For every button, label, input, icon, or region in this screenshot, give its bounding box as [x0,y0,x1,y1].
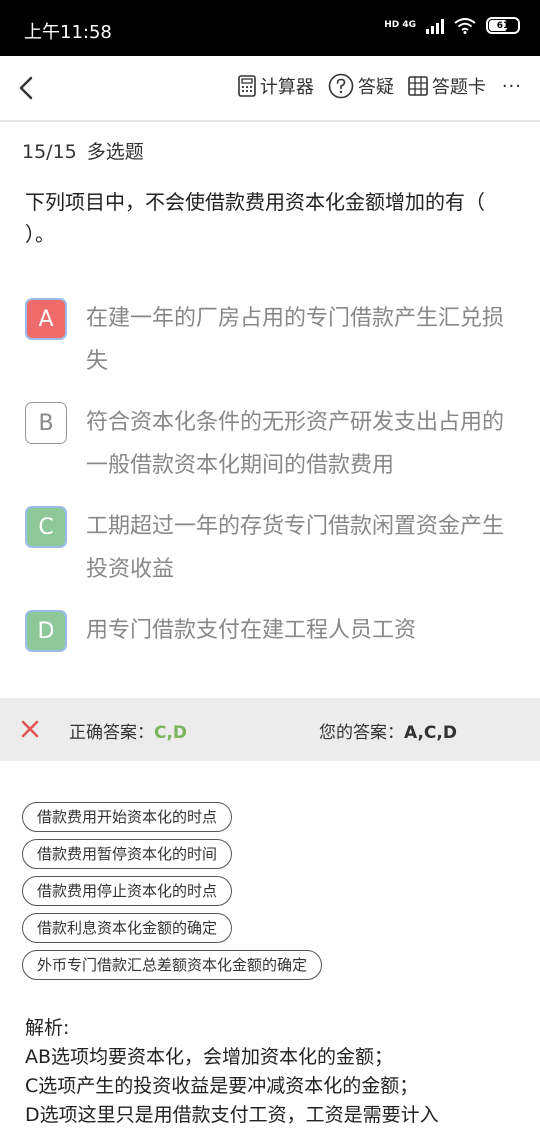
status-time: 上午11:58 [24,22,112,43]
answer-result-bar: 正确答案：C,D 您的答案：A,C,D [0,698,540,761]
analysis-section: 解析: AB选项均要资本化，会增加资本化的金额； C选项产生的投资收益是要冲减资… [25,1014,520,1130]
question-button[interactable]: 答疑 [328,73,394,99]
knowledge-tag[interactable]: 借款费用停止资本化的时点 [22,876,233,906]
knowledge-tag[interactable]: 借款费用暂停资本化的时间 [22,839,233,869]
your-answer-value: A,C,D [404,723,457,743]
question-stem: 下列项目中，不会使借款费用资本化金额增加的有（ ）。 [25,190,485,246]
question-label: 答疑 [357,77,394,98]
battery-icon: 61 [486,17,520,34]
more-button[interactable]: ··· [502,76,522,97]
option-c-letter: C [25,506,67,548]
answer-card-label: 答题卡 [431,77,486,98]
status-icons: HD 4G 61 [384,17,520,34]
grid-icon [408,76,428,96]
battery-level: 61 [496,20,510,31]
correct-answer: 正确答案：C,D [69,718,187,743]
analysis-line: AB选项均要资本化，会增加资本化的金额； [25,1046,394,1068]
option-b-text: 符合资本化条件的无形资产研发支出占用的一般借款资本化期间的借款费用 [86,410,505,478]
question-circle-icon [328,73,354,99]
answer-card-button[interactable]: 答题卡 [408,73,486,99]
option-b-letter: B [25,402,67,444]
status-bar: 上午11:58 HD 4G 61 [0,0,540,56]
your-answer-label: 您的答案： [319,723,404,743]
calculator-label: 计算器 [259,77,314,98]
correct-answer-value: C,D [154,723,188,743]
correct-answer-label: 正确答案： [69,723,154,743]
calculator-icon [238,75,256,97]
analysis-title: 解析: [25,1017,70,1039]
knowledge-tags: 借款费用开始资本化的时点 借款费用暂停资本化的时间 借款费用停止资本化的时点 借… [22,802,522,987]
question-header: 15/15 多选题 [22,137,144,164]
analysis-line: C选项产生的投资收益是要冲减资本化的金额； [25,1075,419,1097]
knowledge-tag[interactable]: 借款费用开始资本化的时点 [22,802,233,832]
calculator-button[interactable]: 计算器 [238,73,314,99]
knowledge-tag[interactable]: 外币专门借款汇总差额资本化金额的确定 [22,950,323,980]
option-d-text: 用专门借款支付在建工程人员工资 [86,618,417,643]
signal-icon [426,18,444,34]
network-type: HD 4G [384,20,416,30]
question-progress: 15/15 [22,141,77,163]
top-toolbar: 计算器 答疑 答题卡 ··· [0,56,540,122]
option-a-letter: A [25,298,67,340]
knowledge-tag[interactable]: 借款利息资本化金额的确定 [22,913,233,943]
back-icon[interactable] [14,74,42,102]
your-answer: 您的答案：A,C,D [319,718,457,743]
option-c-text: 工期超过一年的存货专门借款闲置资金产生投资收益 [86,514,505,582]
toolbar-actions: 计算器 答疑 答题卡 ··· [224,73,522,99]
option-a-text: 在建一年的厂房占用的专门借款产生汇兑损失 [86,306,505,374]
analysis-line: D选项这里只是用借款支付工资，工资是需要计入 [25,1104,439,1126]
option-d-letter: D [25,610,67,652]
wifi-icon [454,17,476,34]
wrong-x-icon [21,720,39,738]
question-type: 多选题 [86,141,144,163]
